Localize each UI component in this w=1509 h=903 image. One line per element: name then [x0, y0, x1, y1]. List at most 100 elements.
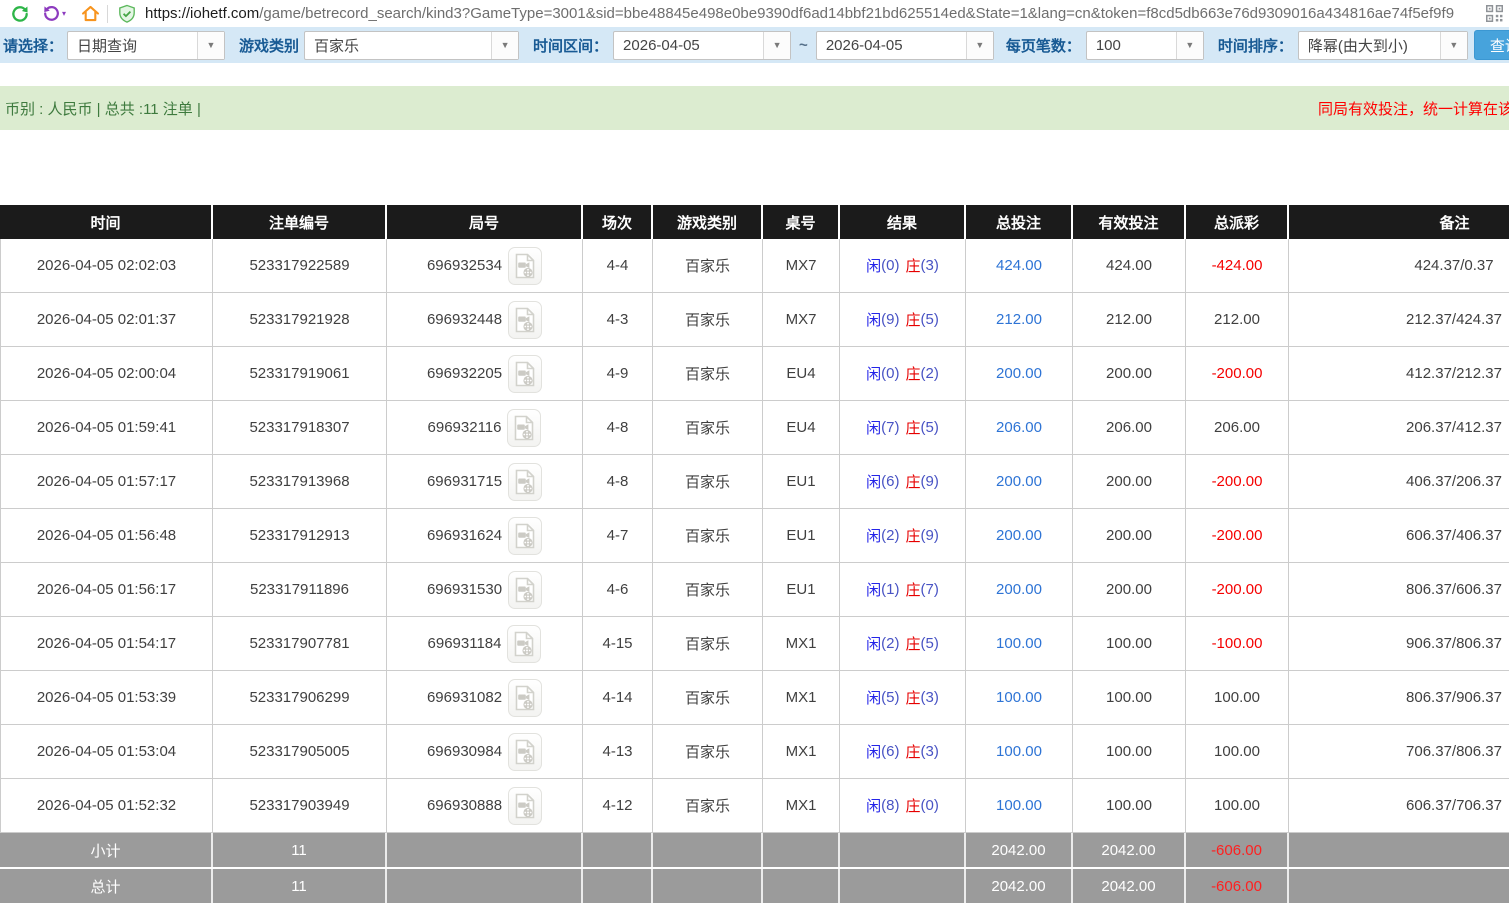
- currency-summary-bar: 币别 : 人民币 | 总共 :11 注单 | 同局有效投注，统一计算在该局: [0, 86, 1509, 130]
- chevron-down-icon[interactable]: ▼: [1176, 32, 1203, 59]
- cell-session: 4-15: [583, 617, 653, 671]
- cell-time: 2026-04-05 02:00:04: [0, 347, 213, 401]
- back-dropdown-caret-icon[interactable]: ▾: [62, 9, 66, 18]
- cell-bet-id: 523317921928: [213, 293, 387, 347]
- round-id-text: 696932205: [427, 365, 502, 382]
- cell-game-type: 百家乐: [653, 671, 763, 725]
- chevron-down-icon[interactable]: ▼: [491, 32, 518, 59]
- total-bet-link[interactable]: 206.00: [996, 419, 1042, 436]
- total-payout: -606.00: [1186, 869, 1289, 903]
- video-replay-button[interactable]: [508, 355, 542, 393]
- subtotal-empty: [387, 833, 583, 867]
- chevron-down-icon[interactable]: ▼: [1440, 32, 1467, 59]
- total-bet-link[interactable]: 100.00: [996, 797, 1042, 814]
- round-id-text: 696932116: [428, 419, 502, 436]
- video-replay-icon: [514, 361, 536, 387]
- total-bet-link[interactable]: 200.00: [996, 581, 1042, 598]
- subtotal-total-bet: 2042.00: [966, 833, 1073, 867]
- query-type-select[interactable]: 日期查询 ▼: [67, 31, 225, 60]
- cell-payout: 100.00: [1186, 671, 1289, 725]
- sort-select[interactable]: 降幂(由大到小) ▼: [1298, 31, 1468, 60]
- home-icon[interactable]: [80, 3, 101, 24]
- total-valid-bet: 2042.00: [1073, 869, 1186, 903]
- video-replay-button[interactable]: [508, 247, 542, 285]
- video-replay-icon: [514, 307, 536, 333]
- video-replay-button[interactable]: [508, 679, 542, 717]
- total-bet-link[interactable]: 100.00: [996, 743, 1042, 760]
- cell-total-bet: 200.00: [966, 347, 1073, 401]
- chevron-down-icon[interactable]: ▼: [197, 32, 224, 59]
- cell-result: 闲(8)庄(0): [840, 779, 966, 833]
- cell-remark: 806.37/606.37: [1289, 563, 1509, 617]
- game-type-select[interactable]: 百家乐 ▼: [304, 31, 519, 60]
- page-size-select[interactable]: 100 ▼: [1086, 31, 1204, 60]
- address-bar-url[interactable]: https://iohetf.com/game/betrecord_search…: [145, 5, 1482, 22]
- banker-score: (2): [921, 365, 939, 382]
- cell-valid-bet: 200.00: [1073, 509, 1186, 563]
- video-replay-button[interactable]: [508, 571, 542, 609]
- date-to-select[interactable]: 2026-04-05 ▼: [816, 31, 994, 60]
- cell-round-id: 696932448: [387, 293, 583, 347]
- player-score: (5): [881, 689, 899, 706]
- video-replay-button[interactable]: [508, 787, 542, 825]
- video-replay-icon: [514, 685, 536, 711]
- player-label: 闲: [866, 525, 881, 546]
- back-icon[interactable]: ▾: [42, 4, 66, 23]
- refresh-icon[interactable]: [10, 4, 30, 24]
- header-time: 时间: [0, 205, 213, 239]
- player-label: 闲: [866, 579, 881, 600]
- total-bet-link[interactable]: 100.00: [996, 689, 1042, 706]
- total-bet-link[interactable]: 100.00: [996, 635, 1042, 652]
- player-score: (6): [881, 743, 899, 760]
- chevron-down-icon[interactable]: ▼: [966, 32, 993, 59]
- cell-result: 闲(1)庄(7): [840, 563, 966, 617]
- total-bet-link[interactable]: 212.00: [996, 311, 1042, 328]
- video-replay-button[interactable]: [507, 409, 541, 447]
- cell-remark: 906.37/806.37: [1289, 617, 1509, 671]
- header-bet-id: 注单编号: [213, 205, 387, 239]
- banker-label: 庄: [906, 309, 921, 330]
- video-replay-button[interactable]: [508, 301, 542, 339]
- header-round-id: 局号: [387, 205, 583, 239]
- subtotal-empty: [763, 833, 840, 867]
- security-shield-icon[interactable]: [118, 4, 136, 24]
- chevron-down-icon[interactable]: ▼: [763, 32, 790, 59]
- cell-remark: 606.37/406.37: [1289, 509, 1509, 563]
- cell-payout: -200.00: [1186, 455, 1289, 509]
- total-empty: [387, 869, 583, 903]
- video-replay-button[interactable]: [508, 463, 542, 501]
- total-bet-link[interactable]: 424.00: [996, 257, 1042, 274]
- toolbar-divider: [107, 5, 108, 23]
- date-from-select[interactable]: 2026-04-05 ▼: [613, 31, 791, 60]
- video-replay-button[interactable]: [508, 517, 542, 555]
- cell-total-bet: 100.00: [966, 617, 1073, 671]
- cell-bet-id: 523317918307: [213, 401, 387, 455]
- subtotal-empty: [583, 833, 653, 867]
- player-score: (2): [881, 635, 899, 652]
- game-type-label: 游戏类别: [239, 35, 299, 56]
- cell-session: 4-4: [583, 239, 653, 293]
- total-bet-link[interactable]: 200.00: [996, 473, 1042, 490]
- video-replay-icon: [513, 631, 535, 657]
- cell-game-type: 百家乐: [653, 293, 763, 347]
- cell-table-no: MX1: [763, 617, 840, 671]
- total-bet-link[interactable]: 200.00: [996, 365, 1042, 382]
- sort-label: 时间排序：: [1218, 35, 1293, 56]
- cell-round-id: 696931082: [387, 671, 583, 725]
- player-label: 闲: [866, 795, 881, 816]
- cell-round-id: 696932205: [387, 347, 583, 401]
- cell-bet-id: 523317906299: [213, 671, 387, 725]
- subtotal-valid-bet: 2042.00: [1073, 833, 1186, 867]
- player-score: (6): [881, 473, 899, 490]
- total-bet-link[interactable]: 200.00: [996, 527, 1042, 544]
- video-replay-button[interactable]: [507, 625, 541, 663]
- cell-result: 闲(7)庄(5): [840, 401, 966, 455]
- cell-valid-bet: 100.00: [1073, 617, 1186, 671]
- banker-score: (3): [921, 743, 939, 760]
- qr-code-icon[interactable]: [1486, 5, 1503, 22]
- player-label: 闲: [866, 741, 881, 762]
- total-count: 11: [213, 869, 387, 903]
- cell-game-type: 百家乐: [653, 455, 763, 509]
- video-replay-button[interactable]: [508, 733, 542, 771]
- search-button[interactable]: 查询: [1474, 30, 1509, 60]
